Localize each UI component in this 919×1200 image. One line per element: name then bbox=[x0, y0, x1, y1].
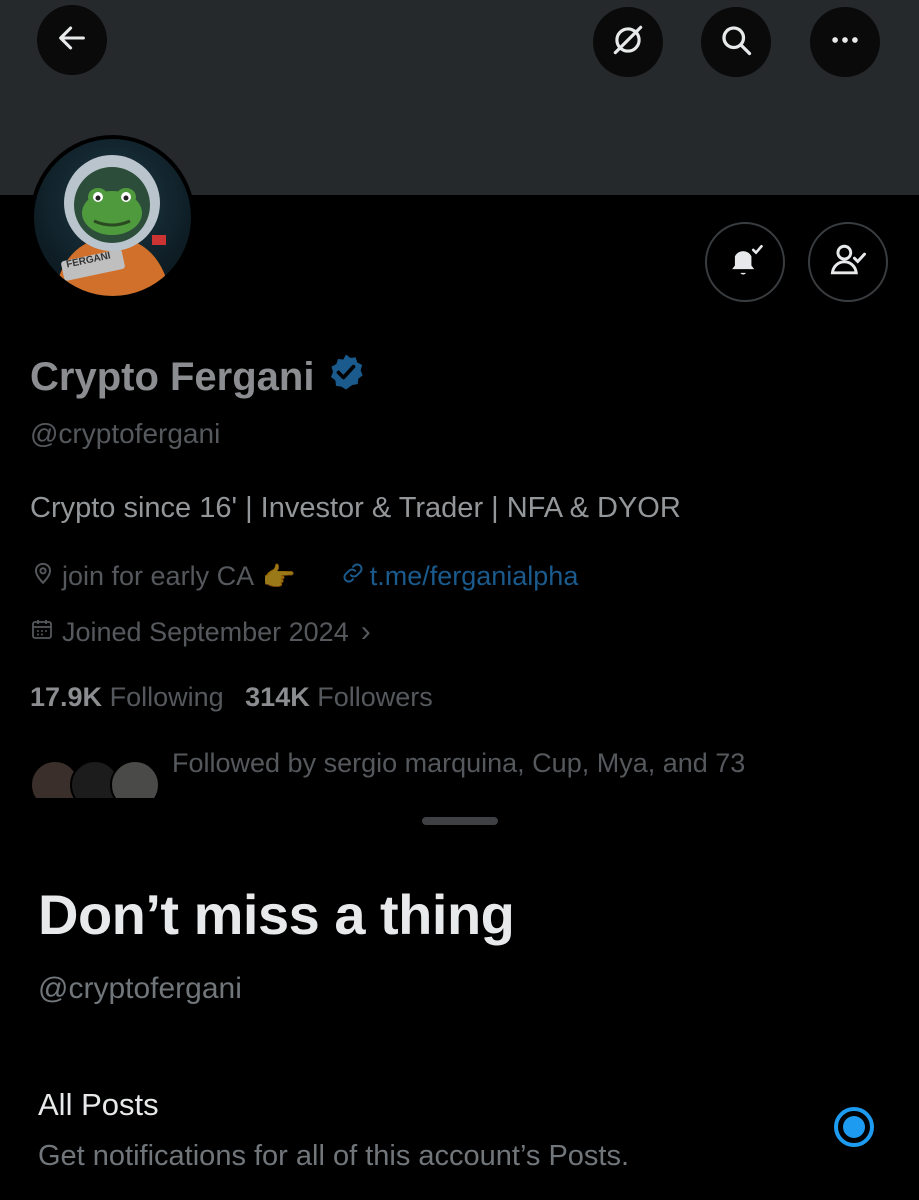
sheet-handle: @cryptofergani bbox=[38, 972, 242, 1005]
avatar[interactable]: FERGANI bbox=[30, 135, 195, 300]
followers-label: Followers bbox=[317, 682, 433, 712]
search-button[interactable] bbox=[701, 7, 771, 77]
option-description: Get notifications for all of this accoun… bbox=[38, 1140, 630, 1172]
search-icon bbox=[718, 22, 754, 63]
notifications-sheet: Don’t miss a thing @cryptofergani All Po… bbox=[0, 800, 919, 1200]
calendar-icon bbox=[30, 617, 54, 648]
sheet-grabber[interactable] bbox=[422, 817, 498, 825]
location-pin-icon bbox=[30, 560, 56, 593]
followed-by-row[interactable]: Followed by sergio marquina, Cup, Mya, a… bbox=[30, 748, 910, 798]
display-name-row: Crypto Fergani bbox=[30, 352, 366, 402]
person-check-icon bbox=[826, 238, 870, 287]
follower-avatar bbox=[110, 760, 160, 798]
option-radio[interactable] bbox=[834, 1107, 874, 1147]
followed-by-text: Followed by sergio marquina, Cup, Mya, a… bbox=[172, 748, 746, 778]
grok-icon bbox=[609, 21, 647, 64]
following-label: Following bbox=[109, 682, 224, 712]
radio-selected-dot bbox=[843, 1116, 865, 1138]
sheet-title: Don’t miss a thing bbox=[38, 883, 515, 946]
display-name: Crypto Fergani bbox=[30, 354, 315, 399]
profile-bio: Crypto since 16' | Investor & Trader | N… bbox=[30, 492, 681, 524]
avatar-image: FERGANI bbox=[34, 139, 191, 296]
bell-check-icon bbox=[723, 238, 767, 287]
followers-link[interactable]: 314K Followers bbox=[245, 682, 433, 712]
grok-button[interactable] bbox=[593, 7, 663, 77]
location-text: join for early CA bbox=[62, 561, 255, 591]
notifications-button[interactable] bbox=[705, 222, 785, 302]
more-horizontal-icon bbox=[828, 23, 862, 62]
joined-row[interactable]: Joined September 2024 › bbox=[30, 615, 371, 649]
profile-handle: @cryptofergani bbox=[30, 418, 221, 449]
joined-text: Joined September 2024 bbox=[62, 616, 349, 647]
chevron-right-icon: › bbox=[360, 615, 371, 648]
following-count: 17.9K bbox=[30, 682, 103, 712]
followers-count: 314K bbox=[245, 682, 310, 712]
arrow-left-icon bbox=[55, 21, 89, 60]
back-button[interactable] bbox=[37, 5, 107, 75]
verified-badge-icon[interactable] bbox=[326, 352, 366, 402]
link-icon bbox=[340, 560, 366, 593]
following-link[interactable]: 17.9K Following bbox=[30, 682, 231, 712]
profile-link[interactable]: t.me/ferganialpha bbox=[370, 561, 579, 592]
option-title: All Posts bbox=[38, 1087, 159, 1122]
following-button[interactable] bbox=[808, 222, 888, 302]
more-button[interactable] bbox=[810, 7, 880, 77]
location-link-row: join for early CA 👉 t.me/ferganialpha bbox=[30, 560, 578, 593]
pointing-emoji: 👉 bbox=[262, 561, 296, 592]
follow-stats: 17.9K Following 314K Followers bbox=[30, 682, 433, 713]
